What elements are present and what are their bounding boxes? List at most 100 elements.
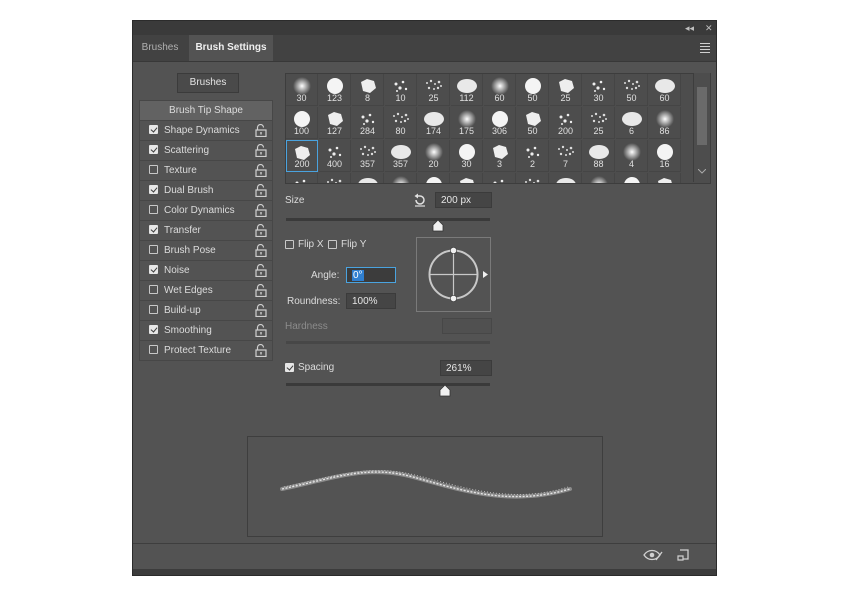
brush-preset[interactable] [550, 173, 582, 183]
brush-preset[interactable]: 20 [418, 140, 450, 172]
brush-preset[interactable]: 400 [319, 140, 351, 172]
brush-preset[interactable]: 100 [286, 107, 318, 139]
sidebar-item-shape-dynamics[interactable]: Shape Dynamics [139, 121, 273, 141]
brush-preset[interactable] [451, 173, 483, 183]
new-preset-icon[interactable] [677, 549, 689, 561]
brush-preset[interactable]: 30 [583, 74, 615, 106]
brush-preset[interactable]: 127 [319, 107, 351, 139]
smoothing-checkbox[interactable] [149, 325, 158, 334]
spacing-input[interactable]: 261% [440, 360, 492, 376]
brush-preset[interactable]: 2 [517, 140, 549, 172]
brush-pose-checkbox[interactable] [149, 245, 158, 254]
brush-preset[interactable]: 30 [286, 74, 318, 106]
lock-icon[interactable] [255, 204, 267, 217]
brush-preset[interactable]: 25 [418, 74, 450, 106]
spacing-checkbox[interactable] [285, 363, 294, 372]
color-dynamics-checkbox[interactable] [149, 205, 158, 214]
tab-brushes[interactable]: Brushes [133, 35, 187, 61]
brush-preset[interactable]: 6 [616, 107, 648, 139]
brush-preset[interactable] [517, 173, 549, 183]
brush-preset[interactable] [484, 173, 516, 183]
spacing-slider-knob[interactable] [439, 385, 451, 397]
tab-brush-settings[interactable]: Brush Settings [189, 35, 273, 61]
sidebar-item-protect-texture[interactable]: Protect Texture [139, 341, 273, 361]
spacing-slider-track[interactable] [286, 383, 490, 386]
lock-icon[interactable] [255, 124, 267, 137]
brush-preset[interactable]: 80 [385, 107, 417, 139]
flip-y-checkbox[interactable] [328, 240, 337, 249]
sidebar-item-texture[interactable]: Texture [139, 161, 273, 181]
angle-roundness-widget[interactable] [416, 237, 491, 312]
brush-preset[interactable]: 112 [451, 74, 483, 106]
noise-checkbox[interactable] [149, 265, 158, 274]
brush-preset[interactable]: 60 [649, 74, 681, 106]
close-icon[interactable]: ✕ [705, 22, 713, 34]
flip-x-checkbox[interactable] [285, 240, 294, 249]
brush-preset[interactable]: 174 [418, 107, 450, 139]
brush-preset[interactable] [418, 173, 450, 183]
panel-menu-icon[interactable] [700, 43, 710, 55]
brush-preset[interactable]: 7 [550, 140, 582, 172]
dual-brush-checkbox[interactable] [149, 185, 158, 194]
scroll-down-icon[interactable] [698, 169, 706, 175]
lock-icon[interactable] [255, 284, 267, 297]
brush-preset[interactable] [616, 173, 648, 183]
size-slider-track[interactable] [286, 218, 490, 221]
brush-preset[interactable]: 88 [583, 140, 615, 172]
brush-preset[interactable]: 200 [286, 140, 318, 172]
brush-preset[interactable]: 200 [550, 107, 582, 139]
scrollbar-thumb[interactable] [697, 87, 707, 145]
brush-grid-scrollbar[interactable] [693, 73, 710, 182]
brush-preset[interactable]: 25 [583, 107, 615, 139]
lock-icon[interactable] [255, 264, 267, 277]
angle-input[interactable]: 0° [346, 267, 396, 283]
brush-preset[interactable]: 357 [385, 140, 417, 172]
sidebar-item-noise[interactable]: Noise [139, 261, 273, 281]
lock-icon[interactable] [255, 324, 267, 337]
sidebar-item-color-dynamics[interactable]: Color Dynamics [139, 201, 273, 221]
brush-preset[interactable] [583, 173, 615, 183]
scattering-checkbox[interactable] [149, 145, 158, 154]
brush-preset[interactable]: 25 [550, 74, 582, 106]
sidebar-item-wet-edges[interactable]: Wet Edges [139, 281, 273, 301]
wet-edges-checkbox[interactable] [149, 285, 158, 294]
protect-texture-checkbox[interactable] [149, 345, 158, 354]
brush-preset[interactable]: 175 [451, 107, 483, 139]
lock-icon[interactable] [255, 164, 267, 177]
sidebar-item-brush-tip-shape[interactable]: Brush Tip Shape [139, 100, 273, 121]
lock-icon[interactable] [255, 304, 267, 317]
brush-preset[interactable]: 60 [484, 74, 516, 106]
brush-preset[interactable]: 8 [352, 74, 384, 106]
brush-preset[interactable] [649, 173, 681, 183]
brushes-button[interactable]: Brushes [177, 73, 239, 93]
brush-preset[interactable]: 86 [649, 107, 681, 139]
shape-dynamics-checkbox[interactable] [149, 125, 158, 134]
size-slider-knob[interactable] [432, 220, 444, 232]
brush-preset[interactable]: 3 [484, 140, 516, 172]
sidebar-item-brush-pose[interactable]: Brush Pose [139, 241, 273, 261]
size-input[interactable]: 200 px [435, 192, 492, 208]
brush-preset[interactable]: 16 [649, 140, 681, 172]
brush-preset[interactable] [352, 173, 384, 183]
lock-icon[interactable] [255, 244, 267, 257]
brush-preset[interactable]: 50 [517, 107, 549, 139]
transfer-checkbox[interactable] [149, 225, 158, 234]
brush-preset[interactable]: 10 [385, 74, 417, 106]
sidebar-item-build-up[interactable]: Build-up [139, 301, 273, 321]
brush-preset[interactable]: 4 [616, 140, 648, 172]
panel-resize-bar[interactable] [133, 569, 716, 575]
brush-preset[interactable] [286, 173, 318, 183]
build-up-checkbox[interactable] [149, 305, 158, 314]
brush-preset[interactable]: 284 [352, 107, 384, 139]
brush-preset[interactable] [319, 173, 351, 183]
roundness-input[interactable]: 100% [346, 293, 396, 309]
collapse-icon[interactable]: ◂◂ [685, 22, 694, 34]
brush-preset[interactable]: 123 [319, 74, 351, 106]
lock-icon[interactable] [255, 224, 267, 237]
sidebar-item-smoothing[interactable]: Smoothing [139, 321, 273, 341]
sidebar-item-dual-brush[interactable]: Dual Brush [139, 181, 273, 201]
brush-preset[interactable]: 50 [616, 74, 648, 106]
eye-icon[interactable] [643, 549, 663, 561]
lock-icon[interactable] [255, 344, 267, 357]
lock-icon[interactable] [255, 144, 267, 157]
